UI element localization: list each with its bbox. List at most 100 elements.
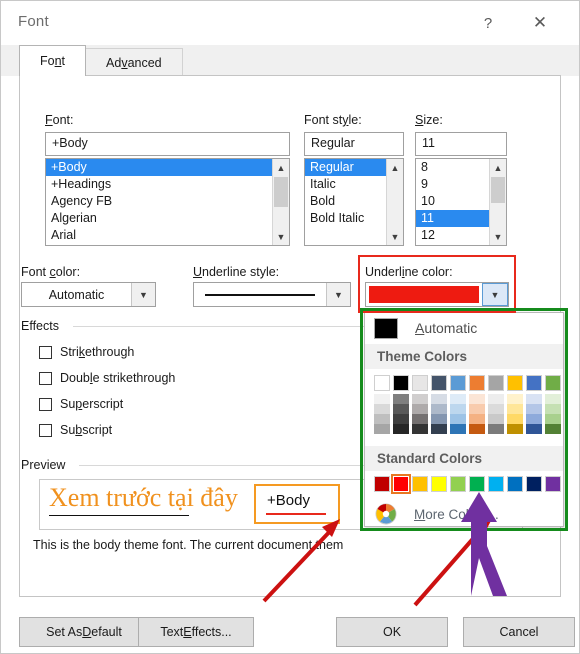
theme-color-variant-swatch[interactable] (526, 404, 542, 414)
list-item[interactable]: 8 (416, 159, 489, 176)
font-style-scrollbar[interactable]: ▲ ▼ (386, 159, 403, 245)
list-item[interactable]: Italic (305, 176, 386, 193)
theme-color-variant-swatch[interactable] (526, 424, 542, 434)
chevron-down-icon[interactable]: ▼ (131, 283, 155, 306)
list-item[interactable]: Bold Italic (305, 210, 386, 227)
theme-color-column[interactable] (412, 375, 428, 434)
font-size-list[interactable]: 8 9 10 11 12 ▲ ▼ (415, 158, 507, 246)
standard-color-swatch[interactable] (374, 476, 390, 492)
theme-color-swatch[interactable] (450, 375, 466, 391)
theme-color-variant-swatch[interactable] (488, 424, 504, 434)
checkbox-label-double-strikethrough[interactable]: Double strikethrough (60, 371, 175, 385)
scrollbar-thumb[interactable] (274, 177, 288, 207)
theme-color-variant-swatch[interactable] (450, 404, 466, 414)
ok-button[interactable]: OK (336, 617, 448, 647)
theme-color-column[interactable] (545, 375, 561, 434)
font-size-input[interactable]: 11 (415, 132, 507, 156)
theme-color-variant-swatch[interactable] (469, 424, 485, 434)
theme-color-swatch[interactable] (507, 375, 523, 391)
tab-advanced[interactable]: Advanced (85, 48, 183, 76)
theme-color-variant-swatch[interactable] (469, 404, 485, 414)
font-color-dropdown[interactable]: Automatic ▼ (21, 282, 156, 307)
theme-color-column[interactable] (469, 375, 485, 434)
theme-color-variant-swatch[interactable] (412, 404, 428, 414)
checkbox-label-strikethrough[interactable]: Strikethrough (60, 345, 134, 359)
theme-color-variant-swatch[interactable] (450, 424, 466, 434)
scroll-down-icon[interactable]: ▼ (387, 228, 403, 245)
underline-color-dropdown[interactable]: ▼ (365, 282, 509, 307)
font-style-input[interactable]: Regular (304, 132, 404, 156)
color-automatic-option[interactable]: Automatic (365, 313, 563, 343)
list-item[interactable]: +Body (46, 159, 272, 176)
theme-color-column[interactable] (526, 375, 542, 434)
theme-color-swatch[interactable] (469, 375, 485, 391)
theme-color-variant-swatch[interactable] (488, 414, 504, 424)
checkbox-label-superscript[interactable]: Superscript (60, 397, 123, 411)
theme-color-swatch[interactable] (526, 375, 542, 391)
scroll-up-icon[interactable]: ▲ (490, 159, 506, 176)
theme-color-variant-swatch[interactable] (526, 414, 542, 424)
standard-color-swatch[interactable] (526, 476, 542, 492)
theme-color-variant-swatch[interactable] (393, 424, 409, 434)
theme-color-variant-swatch[interactable] (450, 394, 466, 404)
text-effects-button[interactable]: Text Effects... (138, 617, 254, 647)
font-list[interactable]: +Body +Headings Agency FB Algerian Arial… (45, 158, 290, 246)
theme-color-variant-swatch[interactable] (469, 414, 485, 424)
checkbox-strikethrough[interactable] (39, 346, 52, 359)
theme-color-variant-swatch[interactable] (545, 424, 561, 434)
scroll-up-icon[interactable]: ▲ (387, 159, 403, 176)
standard-color-swatch[interactable] (545, 476, 561, 492)
standard-color-swatch[interactable] (412, 476, 428, 492)
help-icon[interactable]: ? (471, 9, 505, 37)
theme-color-variant-swatch[interactable] (431, 414, 447, 424)
theme-color-column[interactable] (431, 375, 447, 434)
standard-color-swatch[interactable] (488, 476, 504, 492)
theme-color-variant-swatch[interactable] (393, 394, 409, 404)
theme-color-variant-swatch[interactable] (374, 424, 390, 434)
theme-color-variant-swatch[interactable] (431, 394, 447, 404)
list-item[interactable]: 11 (416, 210, 489, 227)
theme-color-swatch[interactable] (488, 375, 504, 391)
scroll-down-icon[interactable]: ▼ (490, 228, 506, 245)
theme-color-variant-swatch[interactable] (507, 394, 523, 404)
list-item[interactable]: 12 (416, 227, 489, 244)
checkbox-subscript[interactable] (39, 424, 52, 437)
list-item[interactable]: 10 (416, 193, 489, 210)
checkbox-double-strikethrough[interactable] (39, 372, 52, 385)
theme-color-variant-swatch[interactable] (507, 424, 523, 434)
theme-color-swatch[interactable] (374, 375, 390, 391)
set-as-default-button[interactable]: Set As Default (19, 617, 149, 647)
list-item[interactable]: Bold (305, 193, 386, 210)
chevron-down-icon[interactable]: ▼ (326, 283, 350, 306)
theme-color-variant-swatch[interactable] (412, 414, 428, 424)
font-size-scrollbar[interactable]: ▲ ▼ (489, 159, 506, 245)
standard-color-swatch[interactable] (450, 476, 466, 492)
theme-color-variant-swatch[interactable] (545, 394, 561, 404)
theme-color-swatch[interactable] (545, 375, 561, 391)
theme-color-variant-swatch[interactable] (374, 404, 390, 414)
theme-color-variant-swatch[interactable] (431, 404, 447, 414)
scroll-down-icon[interactable]: ▼ (273, 228, 289, 245)
list-item[interactable]: Arial (46, 227, 272, 244)
theme-color-column[interactable] (374, 375, 390, 434)
theme-color-column[interactable] (507, 375, 523, 434)
font-style-list[interactable]: Regular Italic Bold Bold Italic ▲ ▼ (304, 158, 404, 246)
theme-color-variant-swatch[interactable] (431, 424, 447, 434)
close-icon[interactable]: ✕ (523, 9, 557, 37)
list-item[interactable]: Agency FB (46, 193, 272, 210)
theme-color-variant-swatch[interactable] (526, 394, 542, 404)
theme-color-variant-swatch[interactable] (450, 414, 466, 424)
font-name-input[interactable]: +Body (45, 132, 290, 156)
font-list-scrollbar[interactable]: ▲ ▼ (272, 159, 289, 245)
theme-color-variant-swatch[interactable] (393, 414, 409, 424)
theme-color-column[interactable] (450, 375, 466, 434)
checkbox-superscript[interactable] (39, 398, 52, 411)
theme-color-variant-swatch[interactable] (488, 394, 504, 404)
standard-color-swatch[interactable] (431, 476, 447, 492)
theme-color-variant-swatch[interactable] (412, 394, 428, 404)
standard-color-swatch-selected[interactable] (391, 474, 411, 494)
theme-color-swatch[interactable] (412, 375, 428, 391)
theme-color-column[interactable] (393, 375, 409, 434)
theme-color-variant-swatch[interactable] (507, 404, 523, 414)
standard-color-swatch[interactable] (507, 476, 523, 492)
